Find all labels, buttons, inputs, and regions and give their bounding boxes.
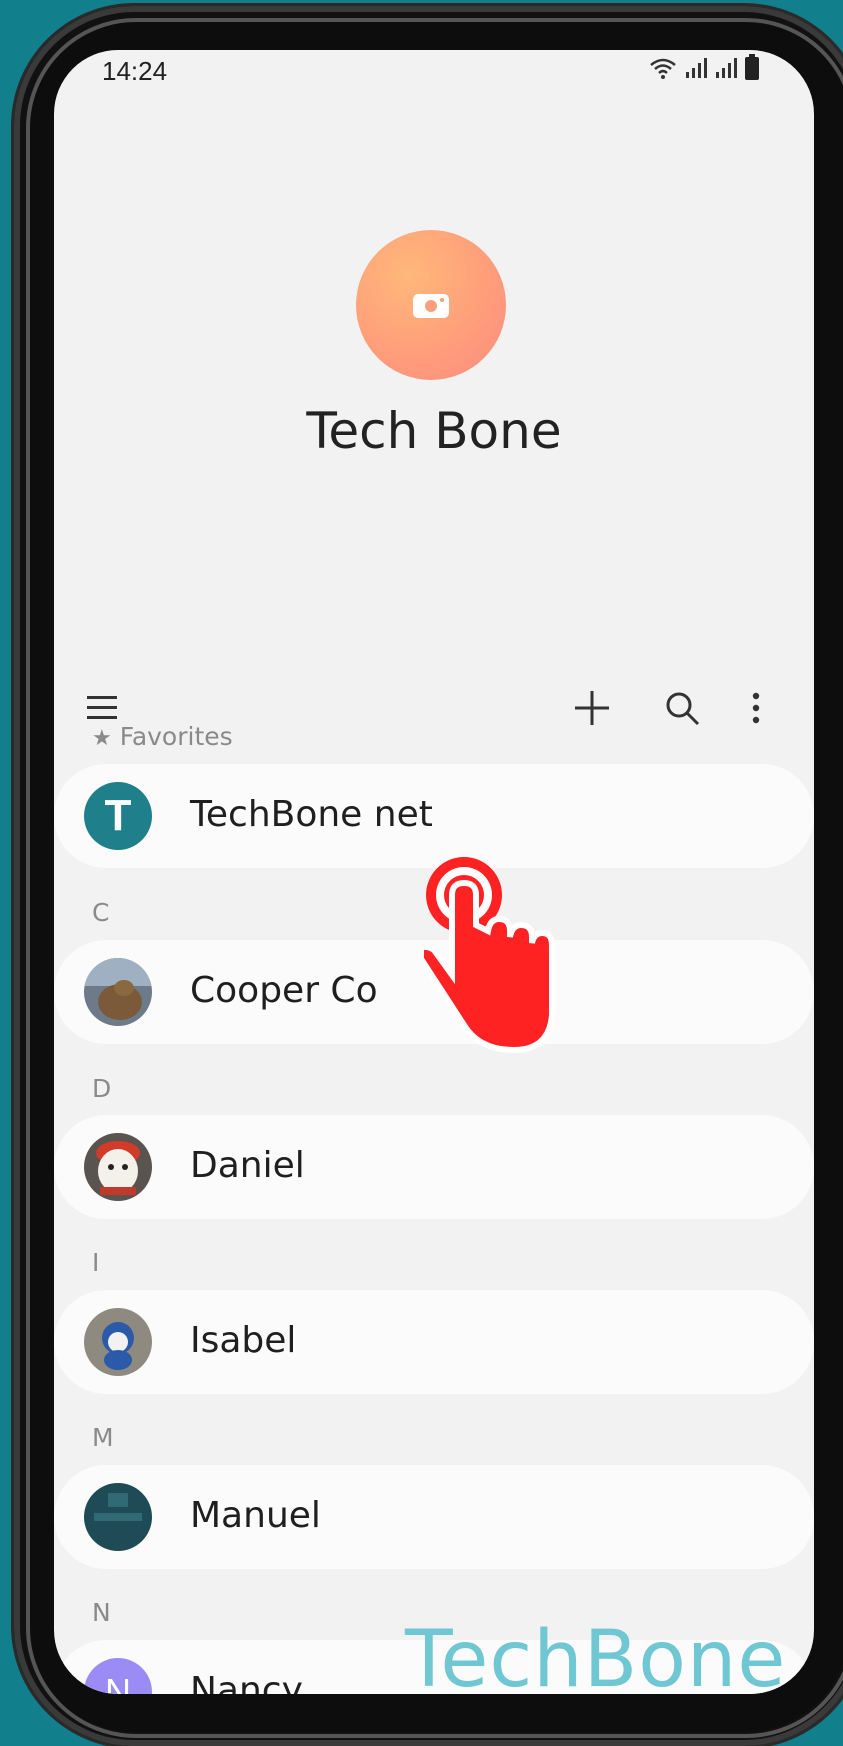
menu-icon bbox=[87, 696, 117, 719]
more-options-button[interactable] bbox=[728, 680, 784, 736]
section-header-favorites: ★ Favorites bbox=[92, 722, 233, 751]
contact-name: Daniel bbox=[190, 1145, 305, 1186]
contact-row-daniel[interactable]: Daniel bbox=[54, 1115, 814, 1219]
signal-1-icon bbox=[686, 58, 707, 78]
status-time: 14:24 bbox=[102, 56, 168, 86]
contacts-screen: 14:24 Tech Bone ★ Favorites T TechBone n… bbox=[54, 50, 814, 1694]
more-vert-icon bbox=[752, 692, 760, 724]
contact-name: Isabel bbox=[190, 1320, 297, 1361]
profile-name: Tech Bone bbox=[306, 402, 562, 460]
section-header-i: I bbox=[92, 1248, 100, 1277]
contact-row-isabel[interactable]: Isabel bbox=[54, 1290, 814, 1394]
status-bar: 14:24 bbox=[54, 50, 814, 90]
search-icon bbox=[666, 692, 700, 726]
plus-icon bbox=[575, 691, 609, 725]
section-header-d: D bbox=[92, 1074, 112, 1103]
contact-avatar: N bbox=[84, 1658, 152, 1694]
section-header-n: N bbox=[92, 1598, 111, 1627]
add-contact-button[interactable] bbox=[564, 680, 620, 736]
contact-avatar-photo bbox=[84, 1483, 152, 1551]
watermark-logo: TechBone bbox=[405, 1615, 787, 1705]
contact-row-manuel[interactable]: Manuel bbox=[54, 1465, 814, 1569]
section-header-c: C bbox=[92, 898, 110, 927]
signal-2-icon bbox=[716, 58, 737, 78]
search-button[interactable] bbox=[654, 680, 710, 736]
wifi-icon bbox=[650, 58, 676, 79]
star-icon: ★ bbox=[92, 726, 112, 751]
status-icons bbox=[648, 54, 760, 80]
contact-name: Cooper Co bbox=[190, 970, 378, 1011]
contact-row-techbone[interactable]: T TechBone net bbox=[54, 764, 814, 868]
contact-avatar-photo bbox=[84, 1133, 152, 1201]
tap-hand-icon bbox=[424, 857, 555, 1054]
contact-avatar: T bbox=[84, 782, 152, 850]
battery-icon bbox=[745, 54, 759, 80]
contact-name: TechBone net bbox=[190, 794, 433, 835]
contact-name: Nancy bbox=[190, 1670, 303, 1694]
section-header-m: M bbox=[92, 1423, 114, 1452]
profile-avatar[interactable] bbox=[356, 230, 506, 380]
contact-name: Manuel bbox=[190, 1495, 321, 1536]
camera-icon bbox=[413, 294, 449, 318]
contact-avatar-photo bbox=[84, 1308, 152, 1376]
contact-avatar-photo bbox=[84, 958, 152, 1026]
